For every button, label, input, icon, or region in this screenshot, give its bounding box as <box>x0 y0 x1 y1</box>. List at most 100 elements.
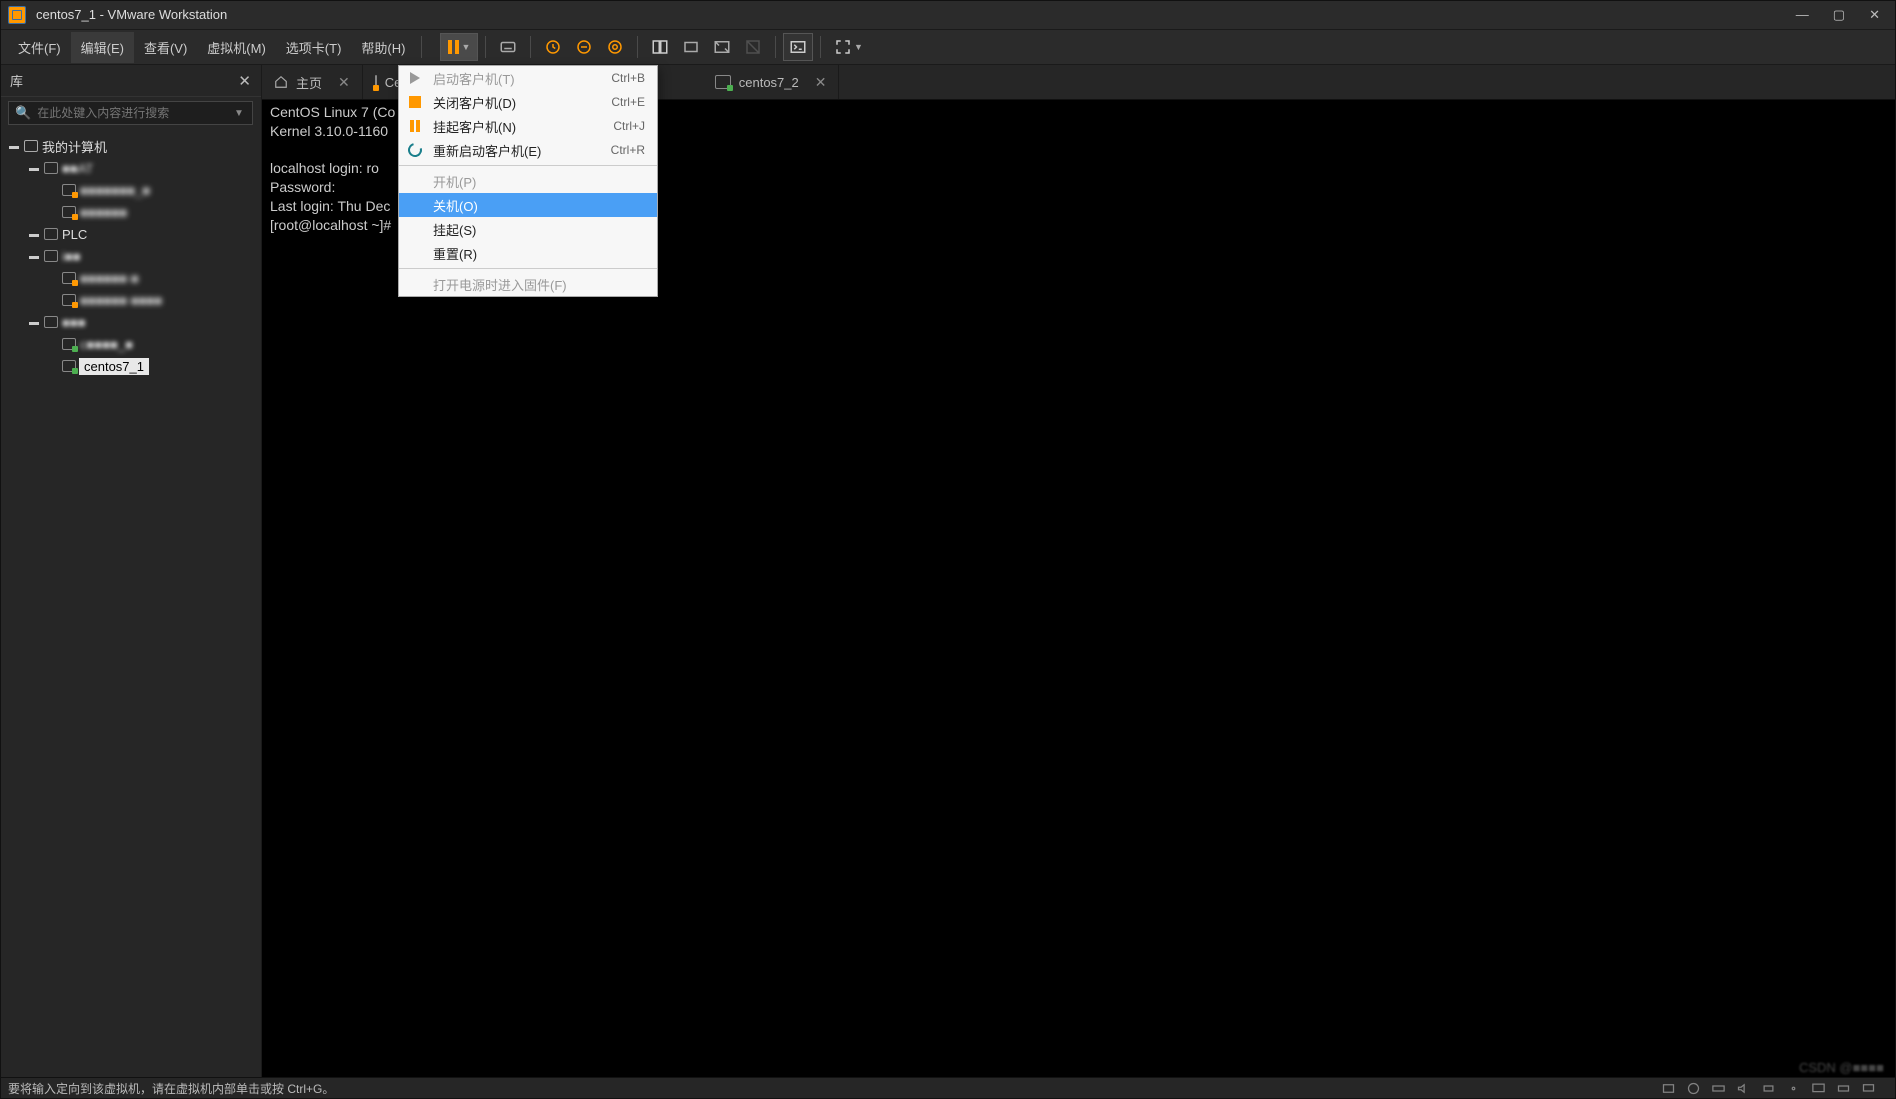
tree-vm-label: c■■■■_■ <box>80 337 133 352</box>
minimize-button[interactable]: — <box>1796 7 1809 23</box>
menu-reset[interactable]: 重置(R) <box>399 241 657 265</box>
send-keys-button[interactable] <box>493 33 523 61</box>
tree-folder-label: PLC <box>62 227 87 242</box>
tree-folder[interactable]: ▬ PLC <box>0 223 261 245</box>
collapse-icon[interactable]: ▬ <box>28 163 40 174</box>
vm-icon <box>62 206 76 218</box>
menu-power-off[interactable]: 关机(O) <box>399 193 657 217</box>
chevron-down-icon: ▼ <box>461 42 470 52</box>
display-icon[interactable] <box>1811 1081 1826 1096</box>
tree-vm[interactable]: ■■■■■■ <box>0 201 261 223</box>
snapshot-revert-button[interactable] <box>569 33 599 61</box>
toolbar-separator <box>775 36 776 58</box>
menu-suspend-guest[interactable]: 挂起客户机(N) Ctrl+J <box>399 114 657 138</box>
menu-edit[interactable]: 编辑(E) <box>71 32 134 63</box>
toolbar-separator <box>820 36 821 58</box>
tree-root-label: 我的计算机 <box>42 137 107 156</box>
tab-close-button[interactable]: ✕ <box>815 74 827 91</box>
toolbar-separator <box>637 36 638 58</box>
menu-file[interactable]: 文件(F) <box>8 32 71 63</box>
menu-close-guest[interactable]: 关闭客户机(D) Ctrl+E <box>399 90 657 114</box>
collapse-icon[interactable]: ▬ <box>28 317 40 328</box>
menu-firmware[interactable]: 打开电源时进入固件(F) <box>399 272 657 296</box>
sound-icon[interactable] <box>1736 1081 1751 1096</box>
tab-close-button[interactable]: ✕ <box>338 74 350 91</box>
window-title: centos7_1 - VMware Workstation <box>36 7 227 22</box>
search-icon: 🔍 <box>15 105 31 121</box>
network-icon[interactable] <box>1711 1081 1726 1096</box>
menu-restart-guest[interactable]: 重新启动客户机(E) Ctrl+R <box>399 138 657 162</box>
tree-vm-label: centos7_1 <box>80 359 148 374</box>
menu-tabs[interactable]: 选项卡(T) <box>276 32 352 63</box>
tree-root[interactable]: ▬ 我的计算机 <box>0 135 261 157</box>
tab-vm2[interactable]: centos7_2 ✕ <box>703 65 840 99</box>
tree-vm[interactable]: ■■■■■■ ■■■■ <box>0 289 261 311</box>
tree-vm[interactable]: c■■■■_■ <box>0 333 261 355</box>
main-area: 库 ✕ 🔍 ▼ ▬ 我的计算机 ▬ ■■AT ■■ <box>0 65 1896 1077</box>
usb-icon[interactable] <box>1786 1081 1801 1096</box>
menu-vm[interactable]: 虚拟机(M) <box>197 32 276 63</box>
vm-icon <box>62 272 76 284</box>
message-icon[interactable] <box>1861 1081 1876 1096</box>
tree-folder-label: ■■■ <box>62 315 86 330</box>
menu-help[interactable]: 帮助(H) <box>351 32 415 63</box>
pause-icon <box>407 118 423 134</box>
thumbnail-button[interactable] <box>676 33 706 61</box>
collapse-icon[interactable]: ▬ <box>28 251 40 262</box>
tree-folder-label: ■■AT <box>62 161 93 176</box>
search-input[interactable] <box>37 106 246 120</box>
collapse-icon[interactable]: ▬ <box>8 141 20 152</box>
toolbar-separator <box>421 36 422 58</box>
tree-vm[interactable]: ■■■■■■ ■ <box>0 267 261 289</box>
fullscreen-button[interactable]: ▼ <box>828 33 868 61</box>
titlebar: centos7_1 - VMware Workstation — ▢ ✕ <box>0 0 1896 30</box>
app-icon <box>8 6 26 24</box>
printer-icon[interactable] <box>1761 1081 1776 1096</box>
folder-icon <box>44 228 58 240</box>
unity-button[interactable] <box>738 33 768 61</box>
memory-icon[interactable] <box>1836 1081 1851 1096</box>
menubar: 文件(F) 编辑(E) 查看(V) 虚拟机(M) 选项卡(T) 帮助(H) ▼ <box>0 30 1896 65</box>
open-console-button[interactable] <box>783 33 813 61</box>
maximize-button[interactable]: ▢ <box>1833 7 1845 23</box>
power-dropdown-button[interactable]: ▼ <box>440 33 478 61</box>
sidebar-close-button[interactable]: ✕ <box>238 72 251 90</box>
snapshot-manager-button[interactable] <box>600 33 630 61</box>
tree-vm-selected[interactable]: centos7_1 <box>0 355 261 377</box>
menu-separator <box>399 165 657 166</box>
vm-icon <box>62 360 76 372</box>
menu-start-guest[interactable]: 启动客户机(T) Ctrl+B <box>399 66 657 90</box>
vm-icon <box>375 75 377 89</box>
tree-vm[interactable]: ■■■■■■■_■ <box>0 179 261 201</box>
menu-view[interactable]: 查看(V) <box>134 32 197 63</box>
tab-label: centos7_2 <box>739 75 799 90</box>
sidebar-tree: ▬ 我的计算机 ▬ ■■AT ■■■■■■■_■ ■■■■■■ ▬ <box>0 129 261 383</box>
sidebar-header: 库 ✕ <box>0 65 261 97</box>
cd-icon[interactable] <box>1686 1081 1701 1096</box>
show-console-button[interactable] <box>645 33 675 61</box>
window-controls: — ▢ ✕ <box>1796 7 1888 23</box>
tree-folder[interactable]: ▬ i■■ <box>0 245 261 267</box>
restart-icon <box>407 142 423 158</box>
collapse-icon[interactable]: ▬ <box>28 229 40 240</box>
close-button[interactable]: ✕ <box>1869 7 1880 23</box>
stop-icon <box>407 94 423 110</box>
tab-home[interactable]: 主页 ✕ <box>262 65 363 99</box>
play-icon <box>407 70 423 86</box>
snapshot-button[interactable] <box>538 33 568 61</box>
tab-vm1[interactable]: Ce <box>363 65 403 99</box>
tree-vm-label: ■■■■■■ ■ <box>80 271 139 286</box>
folder-icon <box>44 316 58 328</box>
chevron-down-icon[interactable]: ▼ <box>230 102 248 124</box>
stretch-button[interactable] <box>707 33 737 61</box>
menu-power-on[interactable]: 开机(P) <box>399 169 657 193</box>
sidebar: 库 ✕ 🔍 ▼ ▬ 我的计算机 ▬ ■■AT ■■ <box>0 65 262 1077</box>
sidebar-search-box[interactable]: 🔍 ▼ <box>8 101 253 125</box>
tree-folder[interactable]: ▬ ■■AT <box>0 157 261 179</box>
terminal-line: Kernel 3.10.0-1160 <box>270 123 388 139</box>
tab-label: 主页 <box>296 73 322 92</box>
disk-icon[interactable] <box>1661 1081 1676 1096</box>
menu-suspend[interactable]: 挂起(S) <box>399 217 657 241</box>
sidebar-search-row: 🔍 ▼ <box>0 97 261 129</box>
tree-folder[interactable]: ▬ ■■■ <box>0 311 261 333</box>
